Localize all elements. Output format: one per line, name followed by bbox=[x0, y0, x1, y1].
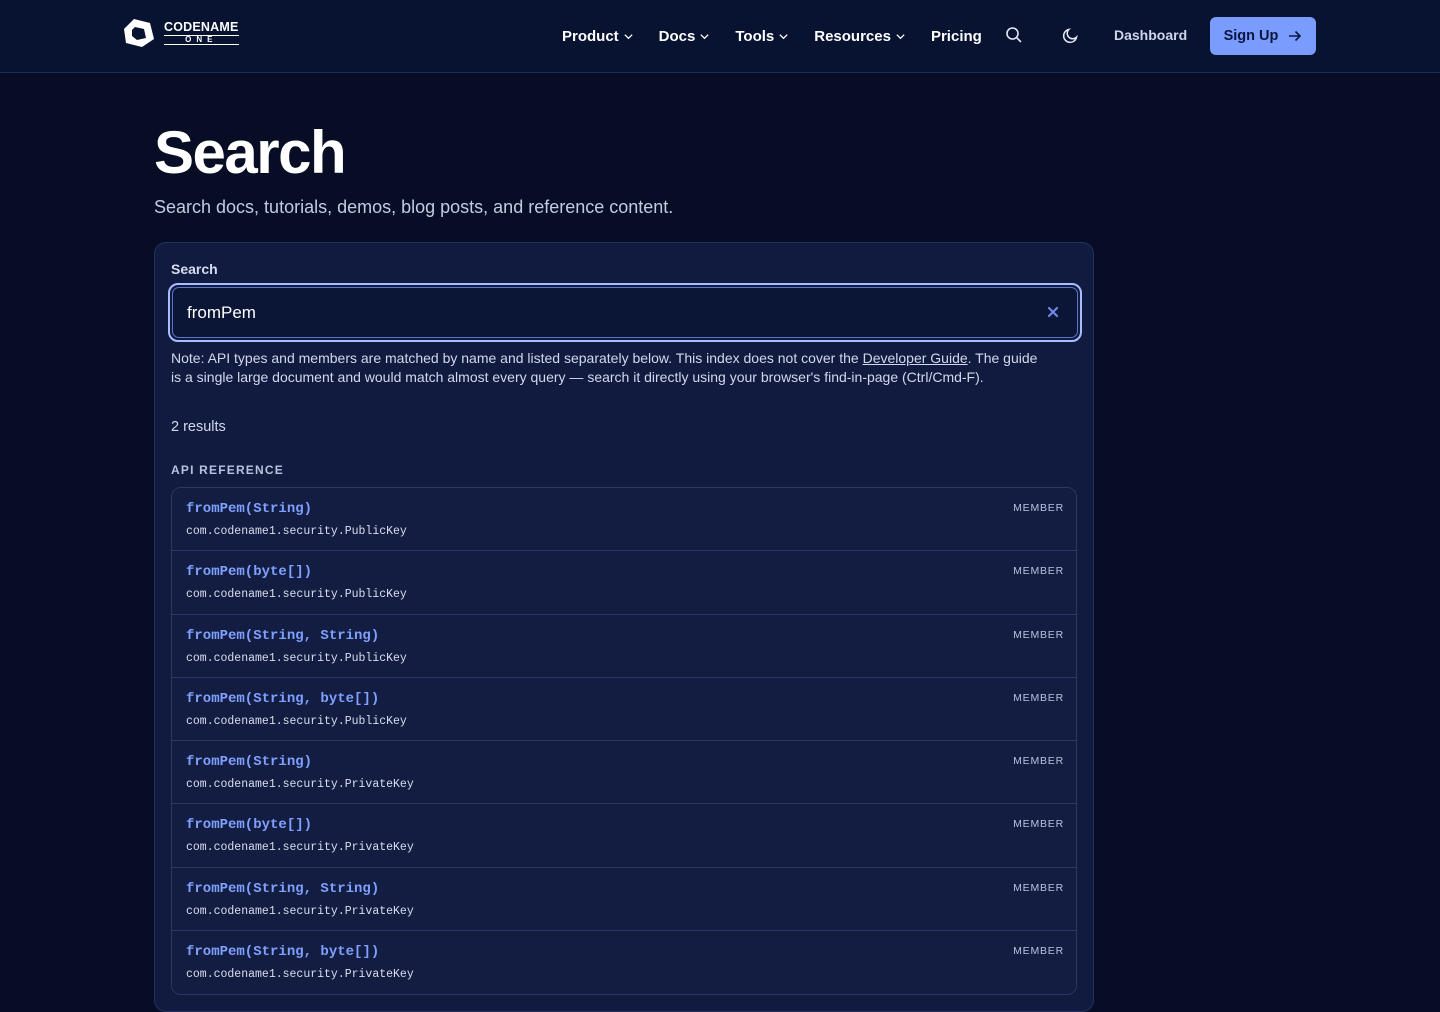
result-type-badge: MEMBER bbox=[1013, 628, 1064, 641]
nav-tools[interactable]: Tools bbox=[735, 28, 789, 45]
result-type-badge: MEMBER bbox=[1013, 818, 1064, 831]
result-row[interactable]: fromPem(String) com.codename1.security.P… bbox=[172, 741, 1076, 805]
result-type-badge: MEMBER bbox=[1013, 502, 1064, 514]
result-package: com.codename1.security.PrivateKey bbox=[186, 904, 414, 918]
section-heading-api-reference: API REFERENCE bbox=[171, 463, 284, 477]
page-title: Search bbox=[154, 119, 347, 186]
nav-resources[interactable]: Resources bbox=[814, 28, 906, 45]
nav-tools-label: Tools bbox=[735, 27, 775, 45]
search-label: Search bbox=[171, 261, 218, 277]
result-row[interactable]: fromPem(String) com.codename1.security.P… bbox=[172, 488, 1076, 552]
nav-pricing-label: Pricing bbox=[930, 27, 982, 45]
result-title: fromPem(byte[]) bbox=[186, 817, 313, 834]
result-title: fromPem(byte[]) bbox=[186, 564, 313, 581]
result-type-badge: MEMBER bbox=[1013, 881, 1064, 894]
moon-icon[interactable] bbox=[1062, 26, 1080, 44]
logo-wordmark: CODENAME bbox=[164, 20, 239, 35]
result-title: fromPem(String, String) bbox=[186, 880, 380, 897]
result-count: 2 results bbox=[171, 419, 226, 435]
result-title: fromPem(String, String) bbox=[186, 627, 380, 644]
result-package: com.codename1.security.PrivateKey bbox=[186, 841, 414, 855]
search-field-wrapper bbox=[168, 283, 1082, 342]
sign-up-label: Sign Up bbox=[1223, 28, 1279, 44]
result-package: com.codename1.security.PublicKey bbox=[186, 714, 407, 728]
developer-guide-link[interactable]: Developer Guide bbox=[863, 350, 968, 366]
result-title: fromPem(String, byte[]) bbox=[186, 690, 380, 707]
chevron-down-icon bbox=[700, 33, 709, 39]
nav-docs-label: Docs bbox=[658, 27, 696, 45]
result-title: fromPem(String) bbox=[186, 754, 313, 771]
result-package: com.codename1.security.PublicKey bbox=[186, 525, 407, 538]
nav-docs[interactable]: Docs bbox=[659, 28, 711, 45]
result-package: com.codename1.security.PrivateKey bbox=[186, 778, 414, 792]
result-type-badge: MEMBER bbox=[1013, 945, 1064, 958]
result-type-badge: MEMBER bbox=[1013, 691, 1064, 704]
search-panel: Search Note: API types and members are m… bbox=[154, 242, 1094, 1012]
search-input[interactable] bbox=[172, 287, 1078, 338]
result-type-badge: MEMBER bbox=[1013, 565, 1064, 578]
chevron-down-icon bbox=[896, 33, 905, 39]
main-nav: Product Docs Tools Resources Pricing bbox=[562, 0, 1007, 72]
note-text-start: Note: API types and members are matched … bbox=[171, 350, 863, 366]
results-list: fromPem(String) com.codename1.security.P… bbox=[171, 487, 1077, 996]
close-icon[interactable] bbox=[1046, 305, 1060, 319]
result-row[interactable]: fromPem(String, String) com.codename1.se… bbox=[172, 867, 1076, 932]
result-package: com.codename1.security.PrivateKey bbox=[186, 968, 414, 982]
result-title: fromPem(String) bbox=[186, 501, 313, 517]
codename-one-logo-icon bbox=[124, 19, 154, 47]
result-row[interactable]: fromPem(byte[]) com.codename1.security.P… bbox=[172, 551, 1076, 615]
nav-product[interactable]: Product bbox=[562, 28, 634, 45]
result-row[interactable]: fromPem(String, byte[]) com.codename1.se… bbox=[172, 931, 1076, 995]
result-package: com.codename1.security.PublicKey bbox=[186, 588, 407, 602]
dashboard-link[interactable]: Dashboard bbox=[1114, 27, 1187, 43]
result-package: com.codename1.security.PublicKey bbox=[186, 651, 407, 665]
arrow-right-icon bbox=[1289, 30, 1302, 42]
top-navigation-bar: CODENAME ONE Product Docs Tools Resource… bbox=[0, 0, 1440, 73]
nav-product-label: Product bbox=[562, 27, 619, 45]
page-subtitle: Search docs, tutorials, demos, blog post… bbox=[154, 197, 674, 217]
chevron-down-icon bbox=[624, 33, 633, 39]
result-row[interactable]: fromPem(String, String) com.codename1.se… bbox=[172, 614, 1076, 678]
logo-text: CODENAME ONE bbox=[164, 21, 239, 45]
nav-pricing[interactable]: Pricing bbox=[931, 28, 982, 45]
chevron-down-icon bbox=[779, 33, 788, 39]
result-type-badge: MEMBER bbox=[1013, 755, 1064, 768]
nav-resources-label: Resources bbox=[814, 27, 891, 45]
result-row[interactable]: fromPem(String, byte[]) com.codename1.se… bbox=[172, 677, 1076, 742]
site-logo[interactable]: CODENAME ONE bbox=[122, 17, 239, 49]
result-row[interactable]: fromPem(byte[]) com.codename1.security.P… bbox=[172, 804, 1076, 868]
sign-up-button[interactable]: Sign Up bbox=[1210, 17, 1316, 55]
logo-subtitle: ONE bbox=[164, 34, 239, 45]
search-icon[interactable] bbox=[1005, 26, 1023, 44]
search-note: Note: API types and members are matched … bbox=[171, 349, 1051, 387]
result-title: fromPem(String, byte[]) bbox=[186, 944, 380, 961]
